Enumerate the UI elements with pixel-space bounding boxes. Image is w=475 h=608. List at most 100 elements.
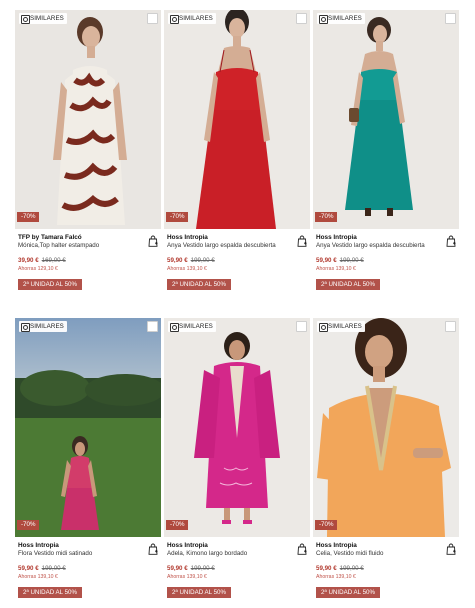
similar-label: SIMILARES (30, 15, 64, 22)
product-brand[interactable]: Hoss Intropia (18, 542, 161, 550)
similar-search-icon (319, 323, 328, 332)
product-brand[interactable]: Hoss Intropia (167, 542, 310, 550)
product-card[interactable]: SIMILARES -70% Hoss Intropia Anya Vestid… (164, 10, 310, 300)
product-info: Hoss Intropia Flora Vestido midi satinad… (18, 542, 161, 599)
similar-search-icon (170, 15, 179, 24)
product-card[interactable]: SIMILARES -70% TFP by Tamara Falcó Mónic… (15, 10, 161, 300)
promo-badge: 2ª UNIDAD AL 50% (18, 279, 82, 290)
saving-text: Ahorras 139,10 € (316, 266, 356, 272)
product-name[interactable]: Adela, Kimono largo bordado (167, 550, 310, 558)
product-info: Hoss Intropia Adela, Kimono largo bordad… (167, 542, 310, 599)
add-to-bag-icon[interactable] (148, 235, 158, 247)
product-info: Hoss Intropia Celia, Vestido midi fluido… (316, 542, 459, 599)
similar-search-icon (319, 15, 328, 24)
sale-price: 59,90 € (167, 257, 188, 264)
original-price: 199,00 € (41, 565, 66, 572)
compare-checkbox[interactable] (147, 13, 158, 24)
similar-button[interactable]: SIMILARES (317, 321, 365, 332)
price-row: 39,90 €169,00 € (18, 257, 161, 265)
product-name[interactable]: Mónica,Top halter estampado (18, 242, 161, 250)
promo-badge: 2ª UNIDAD AL 50% (18, 587, 82, 598)
price-row: 59,90 €199,00 € (316, 257, 459, 265)
similar-button[interactable]: SIMILARES (168, 13, 216, 24)
product-card[interactable]: SIMILARES -70% Hoss Intropia Celia, Vest… (313, 318, 459, 608)
similar-label: SIMILARES (179, 15, 213, 22)
product-photo-teal-dress (313, 10, 459, 229)
sale-price: 59,90 € (316, 565, 337, 572)
sale-price: 59,90 € (167, 565, 188, 572)
product-photo-pink-kimono (164, 318, 310, 537)
product-info: Hoss Intropia Anya Vestido largo espalda… (316, 234, 459, 291)
product-photo-halter-top (15, 10, 161, 229)
product-grid: SIMILARES -70% TFP by Tamara Falcó Mónic… (0, 0, 475, 608)
discount-badge: -70% (17, 212, 40, 222)
product-info: TFP by Tamara Falcó Mónica,Top halter es… (18, 234, 161, 291)
add-to-bag-icon[interactable] (148, 543, 158, 555)
saving-text: Ahorras 139,10 € (167, 266, 207, 272)
add-to-bag-icon[interactable] (446, 235, 456, 247)
product-name[interactable]: Celia, Vestido midi fluido (316, 550, 459, 558)
compare-checkbox[interactable] (296, 13, 307, 24)
price-row: 59,90 €199,00 € (316, 565, 459, 573)
product-brand[interactable]: TFP by Tamara Falcó (18, 234, 161, 242)
original-price: 199,00 € (339, 565, 364, 572)
product-image[interactable]: SIMILARES -70% (15, 10, 161, 229)
original-price: 199,00 € (190, 565, 215, 572)
promo-badge: 2ª UNIDAD AL 50% (167, 587, 231, 598)
product-name[interactable]: Anya Vestido largo espalda descubierta (167, 242, 310, 250)
product-image[interactable]: SIMILARES -70% (164, 318, 310, 537)
similar-search-icon (21, 323, 30, 332)
similar-label: SIMILARES (328, 15, 362, 22)
promo-badge: 2ª UNIDAD AL 50% (167, 279, 231, 290)
similar-label: SIMILARES (328, 323, 362, 330)
discount-badge: -70% (17, 520, 40, 530)
product-name[interactable]: Anya Vestido largo espalda descubierta (316, 242, 459, 250)
similar-button[interactable]: SIMILARES (168, 321, 216, 332)
saving-text: Ahorras 129,10 € (18, 266, 58, 272)
similar-button[interactable]: SIMILARES (317, 13, 365, 24)
product-photo-red-dress (164, 10, 310, 229)
compare-checkbox[interactable] (445, 321, 456, 332)
product-info: Hoss Intropia Anya Vestido largo espalda… (167, 234, 310, 291)
compare-checkbox[interactable] (296, 321, 307, 332)
compare-checkbox[interactable] (147, 321, 158, 332)
original-price: 199,00 € (190, 257, 215, 264)
similar-button[interactable]: SIMILARES (19, 13, 67, 24)
add-to-bag-icon[interactable] (446, 543, 456, 555)
product-image[interactable]: SIMILARES -70% (15, 318, 161, 537)
sale-price: 39,90 € (18, 257, 39, 264)
add-to-bag-icon[interactable] (297, 543, 307, 555)
compare-checkbox[interactable] (445, 13, 456, 24)
similar-search-icon (170, 323, 179, 332)
original-price: 169,00 € (41, 257, 66, 264)
discount-badge: -70% (315, 212, 338, 222)
product-brand[interactable]: Hoss Intropia (167, 234, 310, 242)
promo-badge: 2ª UNIDAD AL 50% (316, 587, 380, 598)
product-image[interactable]: SIMILARES -70% (313, 10, 459, 229)
product-image[interactable]: SIMILARES -70% (313, 318, 459, 537)
similar-label: SIMILARES (179, 323, 213, 330)
product-photo-orange-dress (313, 318, 459, 537)
product-card[interactable]: SIMILARES -70% Hoss Intropia Flora Vesti… (15, 318, 161, 608)
product-card[interactable]: SIMILARES -70% Hoss Intropia Anya Vestid… (313, 10, 459, 300)
price-row: 59,90 €199,00 € (18, 565, 161, 573)
sale-price: 59,90 € (18, 565, 39, 572)
saving-text: Ahorras 139,10 € (167, 574, 207, 580)
product-brand[interactable]: Hoss Intropia (316, 234, 459, 242)
product-name[interactable]: Flora Vestido midi satinado (18, 550, 161, 558)
similar-search-icon (21, 15, 30, 24)
price-row: 59,90 €199,00 € (167, 257, 310, 265)
original-price: 199,00 € (339, 257, 364, 264)
product-card[interactable]: SIMILARES -70% Hoss Intropia Adela, Kimo… (164, 318, 310, 608)
promo-badge: 2ª UNIDAD AL 50% (316, 279, 380, 290)
price-row: 59,90 €199,00 € (167, 565, 310, 573)
product-image[interactable]: SIMILARES -70% (164, 10, 310, 229)
similar-button[interactable]: SIMILARES (19, 321, 67, 332)
saving-text: Ahorras 139,10 € (316, 574, 356, 580)
product-photo-pink-dress-field (15, 318, 161, 537)
sale-price: 59,90 € (316, 257, 337, 264)
add-to-bag-icon[interactable] (297, 235, 307, 247)
discount-badge: -70% (315, 520, 338, 530)
discount-badge: -70% (166, 520, 189, 530)
product-brand[interactable]: Hoss Intropia (316, 542, 459, 550)
